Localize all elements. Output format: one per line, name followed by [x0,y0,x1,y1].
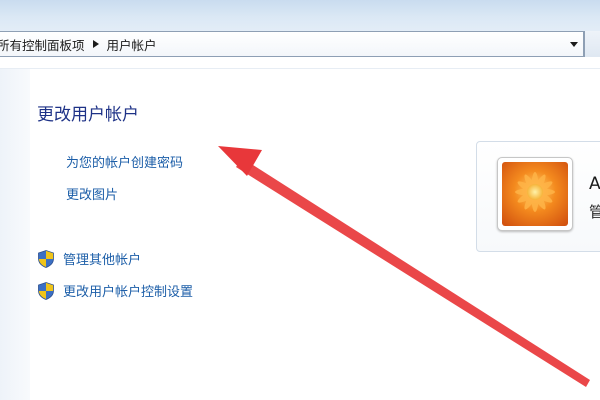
left-navigation-pane [0,69,30,400]
chevron-right-icon[interactable] [89,40,103,48]
uac-settings-link[interactable]: 更改用户帐户控制设置 [63,281,193,300]
breadcrumb-item-all-control-panel-items[interactable]: 所有控制面板项 [0,35,89,54]
divider [0,68,600,69]
change-picture-link[interactable]: 更改图片 [66,184,118,203]
account-name: A [589,174,600,194]
uac-settings-row[interactable]: 更改用户帐户控制设置 [38,281,193,300]
chevron-down-icon[interactable] [564,32,583,56]
manage-other-accounts-row[interactable]: 管理其他帐户 [38,249,141,268]
page-title: 更改用户帐户 [37,105,139,125]
window-glass-frame [0,0,600,31]
flower-avatar-icon[interactable] [497,157,573,231]
manage-other-accounts-link[interactable]: 管理其他帐户 [63,249,141,268]
uac-shield-icon [38,281,54,300]
refresh-button[interactable] [584,31,600,57]
create-password-link[interactable]: 为您的帐户创建密码 [66,152,183,171]
breadcrumb-item-user-accounts[interactable]: 用户帐户 [103,35,161,54]
uac-shield-icon [38,249,54,268]
account-role: 管 [589,203,600,221]
address-bar[interactable]: 所有控制面板项 用户帐户 [0,31,584,57]
